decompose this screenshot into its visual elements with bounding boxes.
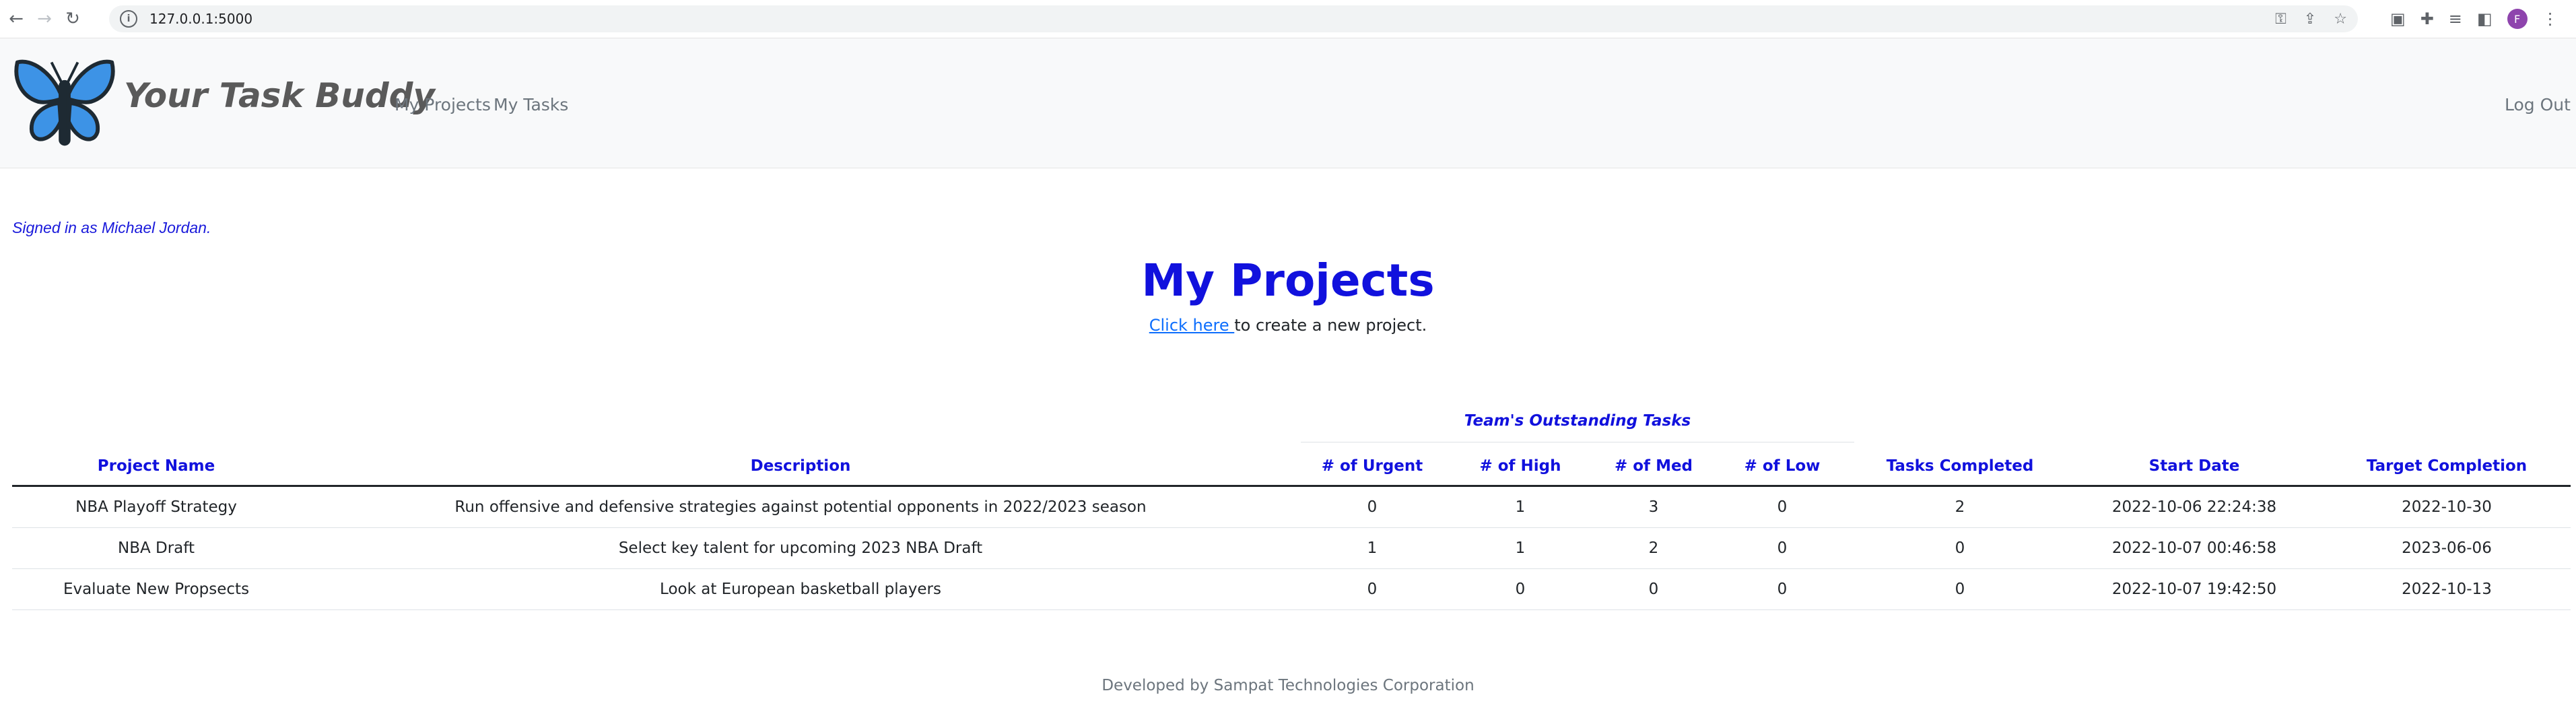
- urgent-count-cell: 0: [1301, 486, 1444, 528]
- signed-in-status: Signed in as Michael Jordan.: [12, 219, 211, 236]
- low-count-cell: 0: [1710, 527, 1854, 569]
- brand-title[interactable]: Your Task Buddy: [124, 76, 435, 115]
- menu-kebab-icon[interactable]: ⋮: [2542, 9, 2558, 28]
- description-cell: Select key talent for upcoming 2023 NBA …: [300, 527, 1301, 569]
- target-completion-cell: 2023-06-06: [2323, 527, 2571, 569]
- site-info-icon[interactable]: i: [120, 10, 137, 28]
- project-name-cell[interactable]: Evaluate New Propsects: [12, 568, 300, 610]
- urgent-count-cell: 1: [1301, 527, 1444, 569]
- table-row[interactable]: NBA Draft Select key talent for upcoming…: [12, 527, 2571, 569]
- extensions-puzzle-icon[interactable]: ✚: [2420, 9, 2434, 28]
- tasks-completed-cell: 0: [1854, 527, 2066, 569]
- table-header-row: Project Name Description # of Urgent # o…: [12, 447, 2571, 487]
- nav-my-tasks[interactable]: My Tasks: [494, 95, 568, 114]
- med-count-cell: 0: [1597, 568, 1710, 610]
- column-header: # of Med: [1597, 447, 1710, 487]
- med-count-cell: 3: [1597, 486, 1710, 528]
- logout-link[interactable]: Log Out: [2505, 95, 2571, 114]
- table-row[interactable]: Evaluate New Propsects Look at European …: [12, 568, 2571, 610]
- reload-icon[interactable]: ↻: [61, 7, 85, 31]
- app-navbar: Your Task Buddy My Projects My Tasks Log…: [0, 38, 2576, 168]
- url-text[interactable]: 127.0.0.1:5000: [149, 11, 252, 27]
- table-row[interactable]: NBA Playoff Strategy Run offensive and d…: [12, 486, 2571, 528]
- column-header: Tasks Completed: [1854, 447, 2066, 487]
- share-icon[interactable]: ⇪: [2304, 11, 2316, 28]
- team-outstanding-tasks-header: Team's Outstanding Tasks: [1464, 412, 1691, 430]
- project-name-cell[interactable]: NBA Playoff Strategy: [12, 486, 300, 528]
- med-count-cell: 2: [1597, 527, 1710, 569]
- nav-my-projects[interactable]: My Projects: [395, 95, 491, 114]
- description-cell: Run offensive and defensive strategies a…: [300, 486, 1301, 528]
- side-panel-icon[interactable]: ◧: [2477, 9, 2493, 28]
- back-arrow-icon[interactable]: ←: [4, 7, 28, 31]
- low-count-cell: 0: [1710, 568, 1854, 610]
- column-header: Target Completion: [2323, 447, 2571, 487]
- projects-table: Project Name Description # of Urgent # o…: [12, 447, 2571, 610]
- high-count-cell: 1: [1444, 486, 1597, 528]
- column-header: # of Urgent: [1301, 447, 1444, 487]
- urgent-count-cell: 0: [1301, 568, 1444, 610]
- high-count-cell: 1: [1444, 527, 1597, 569]
- start-date-cell: 2022-10-07 19:42:50: [2066, 568, 2323, 610]
- project-name-cell[interactable]: NBA Draft: [12, 527, 300, 569]
- footer-credit: Developed by Sampat Technologies Corpora…: [1101, 677, 1475, 694]
- butterfly-logo-icon[interactable]: [12, 52, 117, 153]
- create-project-link[interactable]: Click here: [1149, 316, 1235, 335]
- page-title: My Projects: [1141, 255, 1435, 306]
- extension-help-icon[interactable]: ▣: [2390, 9, 2406, 28]
- bookmark-star-icon[interactable]: ☆: [2334, 11, 2347, 28]
- reading-list-icon[interactable]: ≡: [2449, 9, 2462, 28]
- target-completion-cell: 2022-10-13: [2323, 568, 2571, 610]
- create-project-line: Click here to create a new project.: [0, 316, 2576, 335]
- forward-arrow-icon[interactable]: →: [32, 7, 57, 31]
- tasks-completed-cell: 2: [1854, 486, 2066, 528]
- high-count-cell: 0: [1444, 568, 1597, 610]
- start-date-cell: 2022-10-06 22:24:38: [2066, 486, 2323, 528]
- create-project-text: to create a new project.: [1234, 316, 1427, 335]
- column-header: Start Date: [2066, 447, 2323, 487]
- address-bar[interactable]: i 127.0.0.1:5000 ⚿ ⇪ ☆: [109, 5, 2358, 32]
- column-header: # of Low: [1710, 447, 1854, 487]
- column-header: Description: [300, 447, 1301, 487]
- description-cell: Look at European basketball players: [300, 568, 1301, 610]
- column-header: # of High: [1444, 447, 1597, 487]
- low-count-cell: 0: [1710, 486, 1854, 528]
- tasks-completed-cell: 0: [1854, 568, 2066, 610]
- key-icon[interactable]: ⚿: [2275, 11, 2286, 28]
- column-header: Project Name: [12, 447, 300, 487]
- profile-avatar[interactable]: F: [2507, 9, 2528, 29]
- start-date-cell: 2022-10-07 00:46:58: [2066, 527, 2323, 569]
- browser-toolbar: ← → ↻ i 127.0.0.1:5000 ⚿ ⇪ ☆ ▣ ✚ ≡ ◧ F ⋮: [0, 0, 2576, 38]
- target-completion-cell: 2022-10-30: [2323, 486, 2571, 528]
